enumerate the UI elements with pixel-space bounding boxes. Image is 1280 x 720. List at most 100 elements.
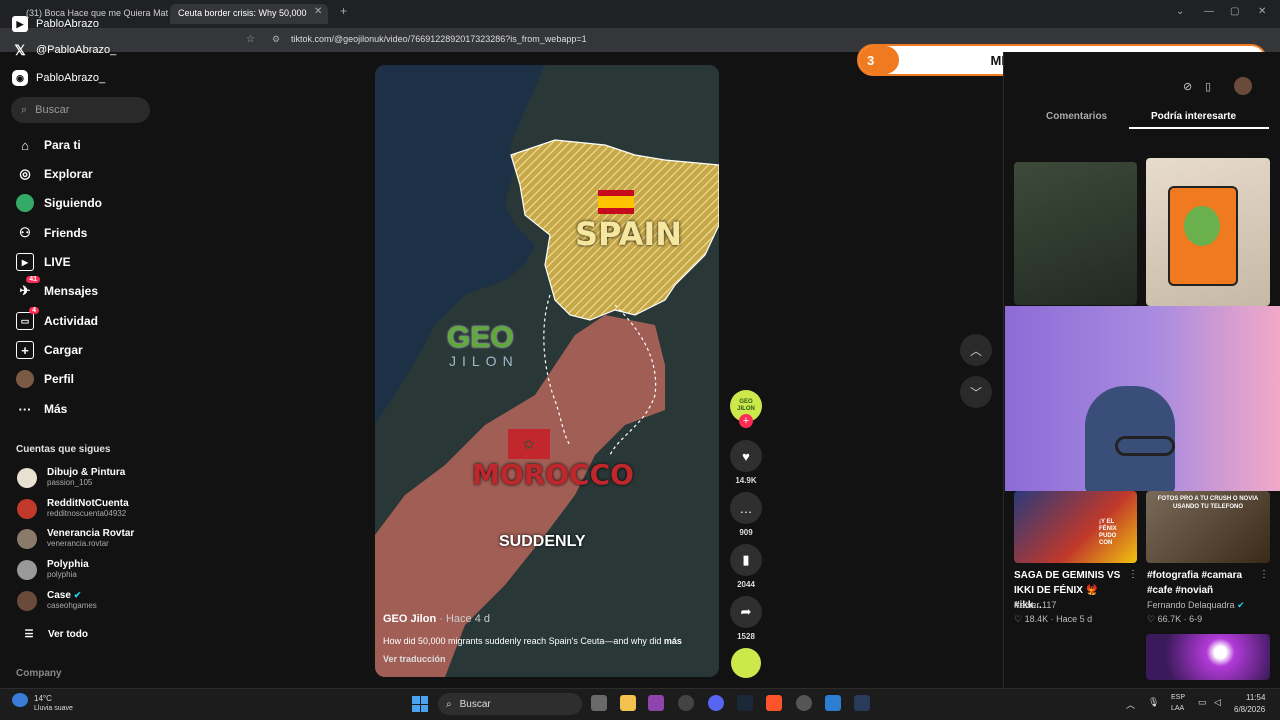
- video-card-title[interactable]: #fotografia #camara #cafe #noviañ: [1147, 568, 1259, 598]
- video-caption-text: SUDDENLY: [499, 533, 586, 550]
- clock-date[interactable]: 6/8/2026: [1234, 705, 1265, 714]
- obs-icon[interactable]: [796, 695, 812, 711]
- video-thumbnail[interactable]: ¡Y EL FÉNIX PUDO CON: [1014, 491, 1137, 563]
- bookmark-icon[interactable]: ☆: [246, 34, 255, 45]
- browser-app-icon[interactable]: [678, 695, 694, 711]
- tab-suggested[interactable]: Podría interesarte: [1151, 111, 1236, 122]
- site-info-icon[interactable]: ⚙: [272, 34, 280, 45]
- device-icon[interactable]: ▯: [1205, 80, 1211, 93]
- nav-for-you[interactable]: ⌂ Para ti: [16, 136, 81, 154]
- verified-icon: ✔: [1237, 600, 1245, 610]
- video-time: · Hace 4 d: [439, 613, 490, 625]
- video-card-author[interactable]: Kaiser 117: [1014, 600, 1056, 610]
- video-author[interactable]: GEO Jilon: [383, 613, 436, 625]
- heart-outline-icon: ♡: [1014, 614, 1023, 624]
- following-item[interactable]: Dibujo & Pintura passion_105: [17, 467, 125, 488]
- discord-app-icon[interactable]: [708, 695, 724, 711]
- youtube-handle: PabloAbrazo: [36, 18, 99, 30]
- search-input[interactable]: ⌕ Buscar: [11, 97, 150, 123]
- video-player[interactable]: ✩ SPAIN MOROCCO SUDDENLY GEO JILON GEO J…: [375, 65, 719, 677]
- tab-comments[interactable]: Comentarios: [1046, 111, 1107, 122]
- nav-messages[interactable]: ✈ 41 Mensajes: [16, 276, 98, 300]
- avatar: [17, 467, 37, 488]
- url-text[interactable]: tiktok.com/@geojilonuk/video/76691228920…: [291, 34, 587, 44]
- author-name: Fernando Delaquadra: [1147, 600, 1235, 610]
- task-view-icon[interactable]: [591, 695, 607, 711]
- language-bottom[interactable]: LAA: [1171, 705, 1184, 712]
- start-tile: [420, 704, 428, 712]
- more-options-icon[interactable]: ⋮: [1259, 569, 1269, 580]
- next-video-button[interactable]: ﹀: [960, 376, 992, 408]
- follow-plus-icon[interactable]: +: [739, 414, 753, 428]
- video-card-stats: ♡ 18.4K · Hace 5 d: [1014, 614, 1093, 624]
- video-card-author[interactable]: Fernando Delaquadra ✔: [1147, 600, 1245, 611]
- brave-icon[interactable]: [766, 695, 782, 711]
- nav-label: Más: [44, 402, 68, 416]
- weather-temp[interactable]: 14°C: [34, 694, 52, 703]
- nav-label: Explorar: [44, 167, 93, 181]
- nav-activity[interactable]: ▭ 4 Actividad: [16, 307, 98, 330]
- video-thumbnail[interactable]: FOTOS PRO A TU CRUSH O NOVIA USANDO TU T…: [1146, 491, 1270, 563]
- video-thumbnail[interactable]: [1146, 158, 1270, 306]
- share-button[interactable]: ➦ 1528: [730, 596, 762, 641]
- weather-desc[interactable]: Lluvia suave: [34, 705, 73, 712]
- minimize-icon[interactable]: —: [1204, 6, 1214, 17]
- tab-close-icon[interactable]: ✕: [314, 6, 322, 17]
- nav-upload[interactable]: + Cargar: [16, 341, 83, 359]
- audio-app-icon[interactable]: [854, 695, 870, 711]
- language-top[interactable]: ESP: [1171, 694, 1185, 701]
- tray-overflow-icon[interactable]: ︿: [1126, 698, 1135, 711]
- nav-label: LIVE: [44, 255, 71, 269]
- steam-icon[interactable]: [737, 695, 753, 711]
- nav-explore[interactable]: ◎ Explorar: [16, 165, 93, 183]
- nav-label: Friends: [44, 226, 88, 240]
- previous-video-button[interactable]: ︿: [960, 334, 992, 366]
- clock-time[interactable]: 11:54: [1246, 693, 1265, 702]
- more-button[interactable]: más: [664, 636, 682, 646]
- creator-avatar-button[interactable]: GEO JILON +: [730, 390, 762, 428]
- video-thumbnail[interactable]: [1146, 634, 1270, 680]
- nav-profile[interactable]: Perfil: [16, 370, 74, 388]
- following-item[interactable]: RedditNotCuenta redditnoscuenta04932: [17, 498, 129, 519]
- like-button[interactable]: ♥ 14.9K: [730, 440, 762, 485]
- nav-more[interactable]: ··· Más: [16, 400, 68, 418]
- following-item[interactable]: Case ✔ caseohgames: [17, 590, 97, 611]
- following-item[interactable]: Venerancia Rovtar venerancia.rovtar: [17, 528, 134, 549]
- app-icon[interactable]: [648, 695, 664, 711]
- taskbar-search[interactable]: ⌕ Buscar: [438, 693, 582, 715]
- following-item[interactable]: Polyphia polyphia: [17, 559, 89, 580]
- account-handle: polyphia: [47, 570, 77, 579]
- microphone-icon[interactable]: 🎙: [1148, 697, 1159, 708]
- file-explorer-icon[interactable]: [620, 695, 636, 711]
- app-icon[interactable]: [825, 695, 841, 711]
- save-button[interactable]: ▮ 2044: [730, 544, 762, 589]
- share-count: 1528: [737, 632, 755, 641]
- new-tab-icon[interactable]: +: [340, 4, 347, 18]
- comment-icon: …: [730, 492, 762, 524]
- home-icon: ⌂: [21, 137, 29, 153]
- avatar[interactable]: [1234, 77, 1252, 95]
- more-options-icon[interactable]: ⋮: [1128, 569, 1138, 580]
- company-link[interactable]: Company: [16, 668, 62, 679]
- friends-icon: ⚇: [19, 225, 31, 240]
- tab-list-icon[interactable]: ⌄: [1176, 6, 1184, 17]
- video-description-text: How did 50,000 migrants suddenly reach S…: [383, 636, 662, 646]
- maximize-icon[interactable]: ▢: [1230, 6, 1239, 17]
- sound-disc-button[interactable]: [730, 648, 762, 678]
- volume-icon[interactable]: ◁: [1214, 697, 1221, 708]
- network-icon[interactable]: ▭: [1198, 697, 1207, 708]
- comment-button[interactable]: … 909: [730, 492, 762, 537]
- nav-live[interactable]: ▶ LIVE: [16, 253, 71, 271]
- browser-tab-active[interactable]: Ceuta border crisis: Why 50,000: [170, 4, 328, 24]
- video-thumbnail[interactable]: [1014, 162, 1137, 305]
- nav-friends[interactable]: ⚇ Friends: [16, 224, 87, 242]
- compass-icon[interactable]: ⊘: [1183, 80, 1192, 93]
- close-window-icon[interactable]: ✕: [1258, 6, 1266, 17]
- heart-outline-icon: ♡: [1147, 614, 1156, 624]
- see-all-button[interactable]: ☰ Ver todo: [20, 625, 89, 643]
- translate-button[interactable]: Ver traducción: [383, 654, 446, 664]
- nav-following[interactable]: Siguiendo: [16, 194, 102, 212]
- heart-icon: ♥: [730, 440, 762, 472]
- thumbnail-text: FOTOS PRO A TU CRUSH O NOVIA USANDO TU T…: [1157, 496, 1259, 510]
- windows-start-icon[interactable]: [412, 696, 428, 712]
